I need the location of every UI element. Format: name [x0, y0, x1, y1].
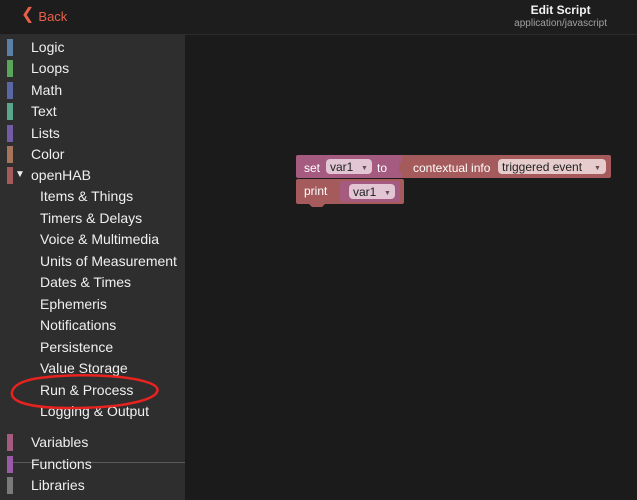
- chevron-left-icon: ❮: [21, 6, 35, 23]
- category-color-bar: [7, 167, 13, 184]
- expanded-triangle-icon: ▼: [15, 169, 25, 180]
- category-color-bar: [7, 456, 13, 473]
- toolbox-category-color[interactable]: Color: [0, 144, 185, 164]
- category-label: Color: [31, 146, 65, 162]
- back-button[interactable]: ❮ Back: [21, 6, 68, 24]
- category-color-bar: [7, 146, 13, 163]
- block-stack: set var1 ▼ to contextual info triggered …: [296, 155, 611, 207]
- toolbox-subcategory-items-things[interactable]: Items & Things: [40, 188, 133, 208]
- category-label: Functions: [31, 456, 92, 472]
- blockly-toolbox: Logic Loops Math Text Lists Color ▼ open…: [0, 35, 185, 500]
- toolbox-category-text[interactable]: Text: [0, 101, 185, 121]
- print-var-label: var1: [353, 185, 377, 199]
- set-keyword: set: [304, 161, 321, 175]
- toolbox-subcategory-notifications[interactable]: Notifications: [40, 317, 116, 337]
- toolbox-subcategory-units-of-measurement[interactable]: Units of Measurement: [40, 253, 177, 273]
- category-label: Lists: [31, 125, 60, 141]
- dropdown-arrow-icon: ▼: [361, 165, 368, 172]
- category-label: Libraries: [31, 477, 85, 493]
- contextual-info-block[interactable]: contextual info triggered event ▼: [399, 155, 611, 178]
- category-color-bar: [7, 434, 13, 451]
- contextual-value-dropdown[interactable]: triggered event ▼: [498, 159, 606, 174]
- to-keyword: to: [377, 161, 387, 175]
- toolbox-category-math[interactable]: Math: [0, 80, 185, 100]
- contextual-info-label: contextual info: [413, 161, 491, 175]
- set-var-label: var1: [330, 160, 354, 174]
- toolbox-category-openhab[interactable]: ▼ openHAB: [0, 165, 185, 185]
- page-title: Edit Script: [530, 3, 591, 17]
- toolbox-category-loops[interactable]: Loops: [0, 58, 185, 78]
- category-color-bar: [7, 39, 13, 56]
- title-block: Edit Script application/javascript: [514, 3, 607, 29]
- toolbox-category-logic[interactable]: Logic: [0, 37, 185, 57]
- category-color-bar: [7, 82, 13, 99]
- toolbox-category-lists[interactable]: Lists: [0, 123, 185, 143]
- category-label: Text: [31, 103, 57, 119]
- set-variable-block[interactable]: set var1 ▼ to: [296, 155, 402, 178]
- back-label: Back: [38, 8, 68, 24]
- print-keyword: print: [304, 184, 328, 198]
- navbar: ❮ Back Edit Script application/javascrip…: [0, 0, 637, 35]
- toolbox-category-variables[interactable]: Variables: [0, 432, 185, 452]
- toolbox-subcategory-value-storage[interactable]: Value Storage: [40, 360, 128, 380]
- toolbox-category-functions[interactable]: Functions: [0, 454, 185, 474]
- category-color-bar: [7, 60, 13, 77]
- category-color-bar: [7, 477, 13, 494]
- toolbox-subcategory-ephemeris[interactable]: Ephemeris: [40, 296, 107, 316]
- toolbox-category-libraries[interactable]: Libraries: [0, 475, 185, 495]
- category-label: Loops: [31, 60, 70, 76]
- print-block[interactable]: print var1 ▼: [296, 179, 404, 207]
- category-color-bar: [7, 103, 13, 120]
- toolbox-subcategory-voice-multimedia[interactable]: Voice & Multimedia: [40, 231, 159, 251]
- contextual-value-label: triggered event: [502, 160, 583, 174]
- page-subtitle: application/javascript: [514, 18, 607, 29]
- toolbox-subcategory-persistence[interactable]: Persistence: [40, 339, 113, 359]
- category-color-bar: [7, 125, 13, 142]
- toolbox-subcategory-run-process[interactable]: Run & Process: [40, 382, 133, 402]
- dropdown-arrow-icon: ▼: [384, 190, 391, 197]
- category-label: openHAB: [31, 167, 91, 183]
- toolbox-subcategory-logging-output[interactable]: Logging & Output: [40, 403, 149, 423]
- category-label: Logic: [31, 39, 65, 55]
- category-label: Variables: [31, 434, 89, 450]
- print-var-block[interactable]: var1 ▼: [340, 181, 400, 202]
- toolbox-subcategory-dates-times[interactable]: Dates & Times: [40, 274, 131, 294]
- set-var-dropdown[interactable]: var1 ▼: [326, 159, 372, 174]
- blockly-workspace[interactable]: set var1 ▼ to contextual info triggered …: [185, 35, 637, 500]
- category-label: Math: [31, 82, 63, 98]
- toolbox-subcategory-timers-delays[interactable]: Timers & Delays: [40, 210, 142, 230]
- dropdown-arrow-icon: ▼: [594, 165, 601, 172]
